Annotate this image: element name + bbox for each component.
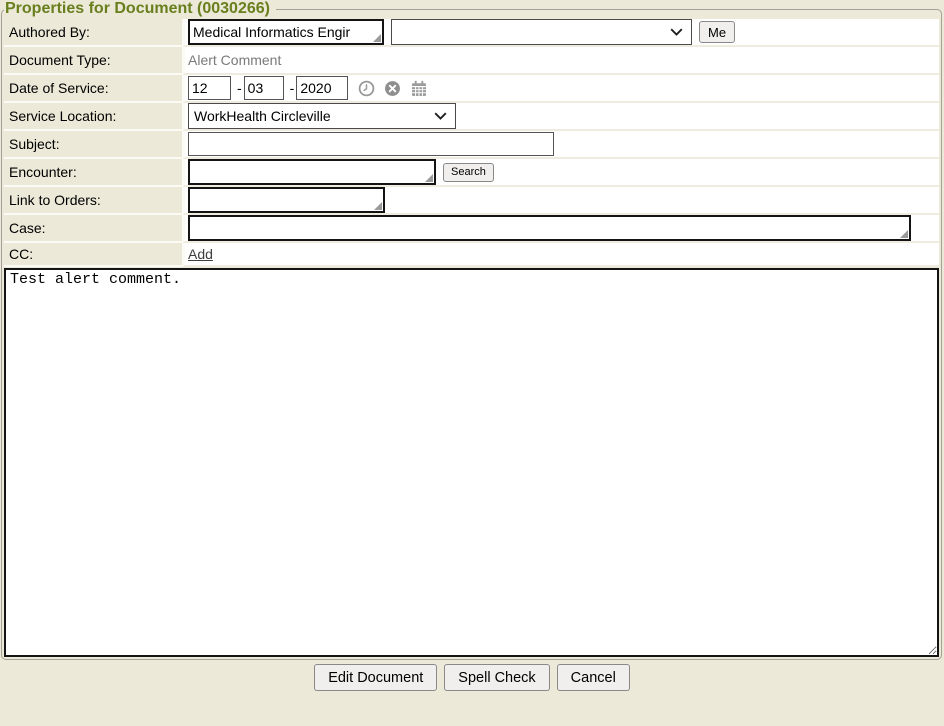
authored-by-value-cell: Me xyxy=(182,19,939,47)
authored-by-input-wrap xyxy=(188,19,384,45)
subject-label: Subject: xyxy=(4,131,182,159)
cc-value-cell: Add xyxy=(182,243,939,267)
page-title: Properties for Document (0030266) xyxy=(4,0,276,18)
subject-value-cell xyxy=(182,131,939,159)
chevron-down-icon xyxy=(434,112,447,120)
row-link-to-orders: Link to Orders: xyxy=(4,187,939,215)
cc-add-link[interactable]: Add xyxy=(188,246,213,262)
date-separator: - xyxy=(290,80,295,96)
clear-icon[interactable] xyxy=(384,80,401,97)
me-button[interactable]: Me xyxy=(699,21,735,43)
document-type-value: Alert Comment xyxy=(188,52,281,68)
date-separator: - xyxy=(237,80,242,96)
date-year-input[interactable] xyxy=(296,76,348,100)
authored-by-secondary-select[interactable] xyxy=(391,19,692,45)
row-document-type: Document Type: Alert Comment xyxy=(4,47,939,75)
encounter-input-wrap xyxy=(188,159,436,185)
cc-label: CC: xyxy=(4,243,182,267)
row-date-of-service: Date of Service: - - xyxy=(4,75,939,103)
authored-by-label: Authored By: xyxy=(4,19,182,47)
row-encounter: Encounter: Search xyxy=(4,159,939,187)
edit-document-button[interactable]: Edit Document xyxy=(314,664,437,691)
link-to-orders-input-wrap xyxy=(188,187,385,213)
case-label: Case: xyxy=(4,215,182,243)
footer-button-bar: Edit Document Spell Check Cancel xyxy=(0,664,944,691)
search-button[interactable]: Search xyxy=(443,163,494,182)
calendar-icon[interactable] xyxy=(410,80,428,97)
document-body-textarea[interactable]: Test alert comment. xyxy=(4,268,939,657)
link-to-orders-input[interactable] xyxy=(188,187,385,213)
row-cc: CC: Add xyxy=(4,243,939,267)
service-location-label: Service Location: xyxy=(4,103,182,131)
row-case: Case: xyxy=(4,215,939,243)
row-subject: Subject: xyxy=(4,131,939,159)
cancel-button[interactable]: Cancel xyxy=(557,664,630,691)
row-service-location: Service Location: WorkHealth Circleville xyxy=(4,103,939,131)
document-type-label: Document Type: xyxy=(4,47,182,75)
date-of-service-label: Date of Service: xyxy=(4,75,182,103)
encounter-value-cell: Search xyxy=(182,159,939,187)
clock-icon[interactable] xyxy=(358,80,375,97)
date-month-input[interactable] xyxy=(188,76,231,100)
link-to-orders-label: Link to Orders: xyxy=(4,187,182,215)
subject-input[interactable] xyxy=(188,132,554,156)
spell-check-button[interactable]: Spell Check xyxy=(444,664,549,691)
document-properties-panel: Properties for Document (0030266) Author… xyxy=(1,0,942,660)
link-to-orders-value-cell xyxy=(182,187,939,215)
service-location-value-cell: WorkHealth Circleville xyxy=(182,103,939,131)
case-value-cell xyxy=(182,215,939,243)
date-of-service-value-cell: - - xyxy=(182,75,939,103)
service-location-select[interactable]: WorkHealth Circleville xyxy=(188,103,456,129)
encounter-label: Encounter: xyxy=(4,159,182,187)
date-day-input[interactable] xyxy=(244,76,284,100)
select-value: WorkHealth Circleville xyxy=(194,108,331,124)
row-authored-by: Authored By: Me xyxy=(4,19,939,47)
chevron-down-icon xyxy=(670,28,683,36)
document-type-value-cell: Alert Comment xyxy=(182,47,939,75)
encounter-input[interactable] xyxy=(188,159,436,185)
date-icon-group xyxy=(358,80,428,97)
authored-by-input[interactable] xyxy=(188,19,384,45)
case-input[interactable] xyxy=(188,215,911,241)
case-input-wrap xyxy=(188,215,911,241)
